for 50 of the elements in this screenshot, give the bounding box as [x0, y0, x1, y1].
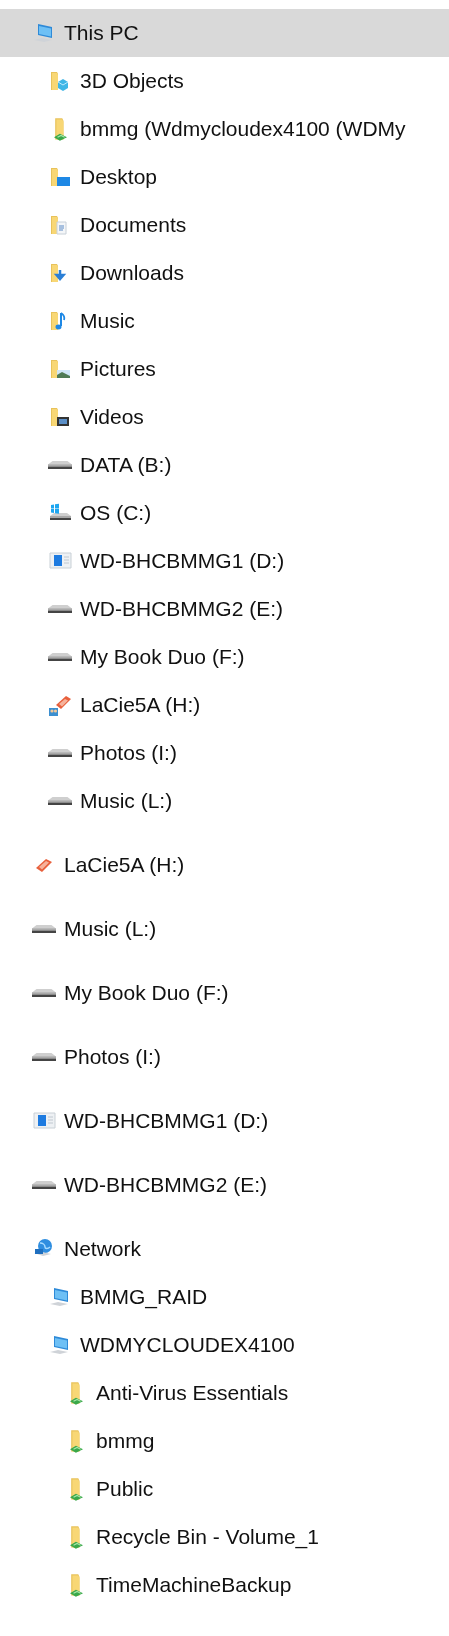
shared-folder-icon	[53, 117, 67, 141]
tree-item[interactable]: bmmg (Wdmycloudex4100 (WDMy	[0, 105, 449, 153]
drive-icon	[32, 1053, 56, 1061]
tree-item[interactable]: Recycle Bin - Volume_1	[0, 1513, 449, 1561]
pictures-folder-icon	[48, 357, 72, 381]
drive-icon	[32, 1181, 56, 1189]
shared-folder-icon	[69, 1381, 83, 1405]
tree-item[interactable]: Public	[0, 1465, 449, 1513]
tree-item[interactable]: Pictures	[0, 345, 449, 393]
shared-folder-icon	[69, 1573, 83, 1597]
tree-item[interactable]: bmmg	[0, 1417, 449, 1465]
tree-item[interactable]: WDMYCLOUDEX4100	[0, 1321, 449, 1369]
drive-icon	[48, 605, 72, 613]
tree-item[interactable]: TimeMachineBackup	[0, 1561, 449, 1609]
drive-icon	[48, 749, 72, 757]
shared-folder-icon	[69, 1477, 83, 1501]
tree-item[interactable]: Network	[0, 1225, 449, 1273]
tree-item[interactable]: WD-BHCBMMG2 (E:)	[0, 585, 449, 633]
tree-item[interactable]: OS (C:)	[0, 489, 449, 537]
tree-item[interactable]: Music (L:)	[0, 905, 449, 953]
tree-item[interactable]: Photos (I:)	[0, 729, 449, 777]
drive-icon	[48, 797, 72, 805]
tree-item[interactable]: My Book Duo (F:)	[0, 969, 449, 1017]
drive-icon	[32, 989, 56, 997]
tree-item[interactable]: Anti-Virus Essentials	[0, 1369, 449, 1417]
tree-item[interactable]: Desktop	[0, 153, 449, 201]
tree-item[interactable]: This PC	[0, 9, 449, 57]
tree-item[interactable]: WD-BHCBMMG1 (D:)	[0, 1097, 449, 1145]
tree-item[interactable]: Documents	[0, 201, 449, 249]
tree-item[interactable]: Downloads	[0, 249, 449, 297]
tree-item[interactable]: BMMG_RAID	[0, 1273, 449, 1321]
shared-folder-icon	[69, 1429, 83, 1453]
tree-item[interactable]: LaCie5A (H:)	[0, 841, 449, 889]
drive-icon	[48, 461, 72, 469]
tree-item[interactable]: Photos (I:)	[0, 1033, 449, 1081]
tree-item[interactable]: LaCie5A (H:)	[0, 681, 449, 729]
shared-folder-icon	[69, 1525, 83, 1549]
tree-item[interactable]: WD-BHCBMMG2 (E:)	[0, 1161, 449, 1209]
portable-drive-icon	[48, 693, 72, 717]
tree-item[interactable]: DATA (B:)	[0, 441, 449, 489]
tree-item[interactable]: Videos	[0, 393, 449, 441]
tree-item[interactable]: WD-BHCBMMG1 (D:)	[0, 537, 449, 585]
tree-item[interactable]: Music (L:)	[0, 777, 449, 825]
tree-item[interactable]: Music	[0, 297, 449, 345]
drive-icon	[48, 653, 72, 661]
tree-item[interactable]: My Book Duo (F:)	[0, 633, 449, 681]
desktop-folder-icon	[48, 165, 72, 189]
film-folder-icon	[48, 405, 72, 429]
tree-item[interactable]: 3D Objects	[0, 57, 449, 105]
drive-icon	[32, 925, 56, 933]
